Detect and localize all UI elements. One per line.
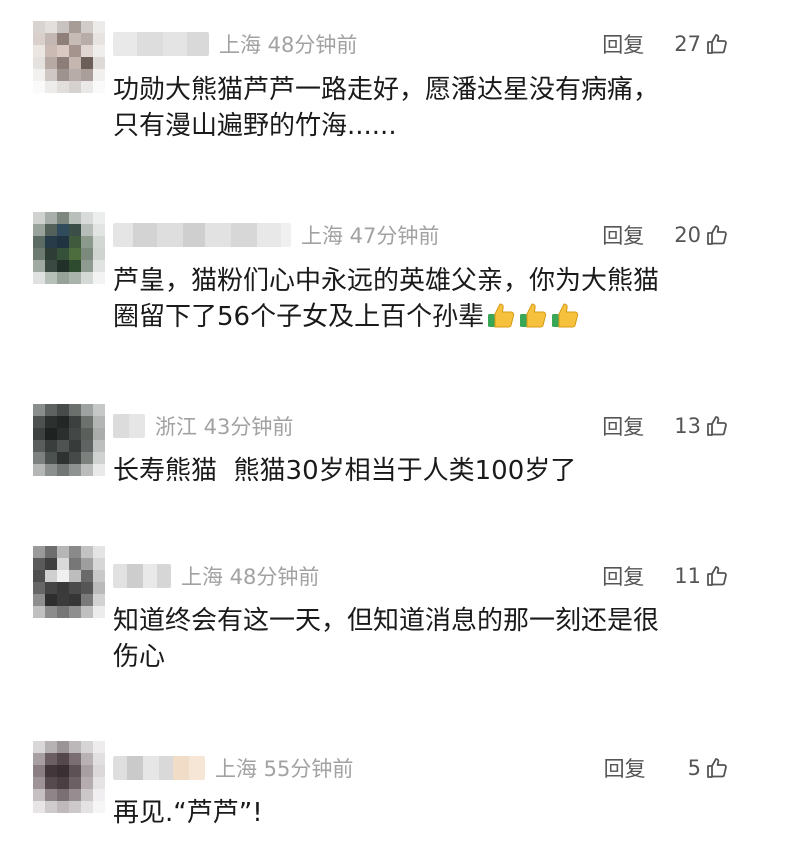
location-time: 上海 55分钟前 (215, 757, 354, 781)
comment-actions: 回复 5 (604, 751, 729, 785)
like-count: 5 (687, 756, 701, 780)
comment-meta: 上海 48分钟前 (113, 27, 357, 61)
thumbs-up-outline-icon (705, 414, 729, 438)
thumbs-up-outline-icon (705, 223, 729, 247)
comment-text: 芦皇，猫粉们心中永远的英雄父亲，你为大熊猫 圈留下了56个子女及上百个孙辈 (113, 263, 733, 335)
reply-button[interactable]: 回复 (602, 411, 644, 441)
thumbs-up-outline-icon (705, 564, 729, 588)
comment-actions: 回复 20 (602, 218, 729, 252)
like-button[interactable]: 13 (674, 414, 729, 438)
username-blurred[interactable] (113, 32, 209, 56)
comment-text: 长寿熊猫 熊猫30岁相当于人类100岁了 (113, 456, 577, 486)
username-blurred[interactable] (113, 414, 145, 438)
like-count: 13 (674, 414, 701, 438)
like-count: 27 (674, 32, 701, 56)
comment-meta: 上海 47分钟前 (113, 218, 439, 252)
comment-text: 知道终会有这一天，但知道消息的那一刻还是很 伤心 (113, 606, 660, 672)
username-blurred[interactable] (113, 756, 205, 780)
location-time: 浙江 43分钟前 (155, 415, 294, 439)
comment-actions: 回复 11 (602, 559, 729, 593)
comment-meta: 上海 55分钟前 (113, 751, 353, 785)
reply-button[interactable]: 回复 (602, 220, 644, 250)
avatar[interactable] (33, 212, 105, 284)
like-button[interactable]: 11 (674, 564, 729, 588)
reply-button[interactable]: 回复 (602, 561, 644, 591)
location-time: 上海 48分钟前 (219, 33, 358, 57)
comment-meta: 浙江 43分钟前 (113, 409, 293, 443)
reply-button[interactable]: 回复 (602, 29, 644, 59)
like-button[interactable]: 5 (688, 756, 729, 780)
comment-actions: 回复 13 (602, 409, 729, 443)
avatar[interactable] (33, 21, 105, 93)
avatar[interactable] (33, 404, 105, 476)
avatar[interactable] (33, 546, 105, 618)
like-button[interactable]: 27 (674, 32, 729, 56)
thumbs-up-emoji-icon (520, 303, 547, 328)
username-blurred[interactable] (113, 564, 171, 588)
like-count: 11 (674, 564, 701, 588)
location-time: 上海 48分钟前 (181, 565, 320, 589)
thumbs-up-emoji-icon (488, 303, 515, 328)
comment-text: 功勋大熊猫芦芦一路走好，愿潘达星没有病痛， 只有漫山遍野的竹海...... (113, 75, 660, 141)
reply-button[interactable]: 回复 (604, 753, 646, 783)
like-button[interactable]: 20 (674, 223, 729, 247)
like-count: 20 (674, 223, 701, 247)
thumbs-up-outline-icon (705, 32, 729, 56)
location-time: 上海 47分钟前 (301, 224, 440, 248)
comment-actions: 回复 27 (602, 27, 729, 61)
avatar[interactable] (33, 741, 105, 813)
comment-meta: 上海 48分钟前 (113, 559, 319, 593)
thumbs-up-outline-icon (705, 756, 729, 780)
thumbs-up-emoji-icon (552, 303, 579, 328)
username-blurred[interactable] (113, 223, 291, 247)
comment-text: 再见.“芦芦”! (113, 798, 263, 828)
